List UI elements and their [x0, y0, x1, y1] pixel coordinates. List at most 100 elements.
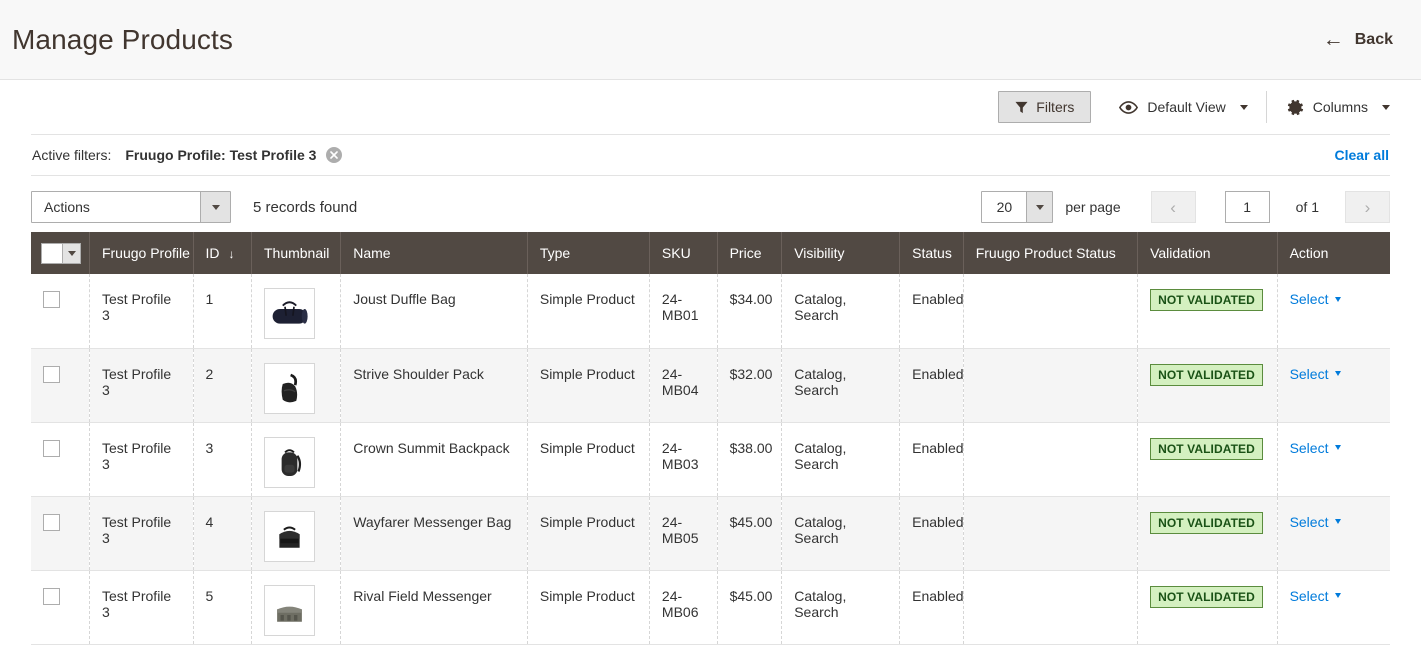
column-header-status[interactable]: Status [899, 232, 964, 274]
row-action-label: Select [1289, 439, 1329, 456]
cell-type: Simple Product [527, 274, 650, 349]
row-checkbox[interactable] [43, 291, 60, 308]
filters-button[interactable]: Filters [998, 91, 1092, 123]
close-circle-icon[interactable] [326, 147, 343, 163]
table-row[interactable]: Test Profile 3 1 Joust Duffle Bag Simple Pr… [31, 274, 1390, 349]
table-row[interactable]: Test Profile 3 2 Strive Shoulder Pack Simpl… [31, 348, 1390, 423]
status-badge: NOT VALIDATED [1150, 289, 1263, 311]
chevron-down-icon[interactable] [62, 243, 80, 263]
cell-sku: 24-MB01 [649, 274, 718, 349]
row-select-cell[interactable] [31, 274, 90, 349]
row-select-cell[interactable] [31, 422, 90, 497]
column-header-name[interactable]: Name [340, 232, 528, 274]
cell-thumbnail [251, 422, 342, 497]
cell-text: Enabled [912, 365, 964, 382]
table-row[interactable]: Test Profile 3 5 Rival Field Messenger Simp… [31, 570, 1390, 645]
row-checkbox[interactable] [43, 587, 60, 605]
cell-id: 1 [193, 274, 252, 349]
cell-price: $32.00 [717, 348, 783, 423]
column-header-sku[interactable]: SKU [649, 232, 718, 274]
cell-sku: 24-MB05 [649, 496, 718, 571]
cell-text: Catalog, Search [794, 291, 847, 323]
row-action-dropdown[interactable]: Select [1290, 588, 1342, 604]
cell-fruugo-product-status [963, 496, 1139, 571]
cell-sku: 24-MB04 [649, 348, 718, 423]
columns-dropdown[interactable]: Columns [1267, 91, 1390, 123]
table-row[interactable]: Test Profile 3 3 Crown Summit Backpack Simp… [31, 422, 1390, 497]
chevron-down-icon [1335, 445, 1342, 450]
column-label: Action [1289, 245, 1329, 261]
cell-text: Enabled [912, 439, 964, 456]
row-checkbox[interactable] [43, 513, 60, 531]
column-label: Fruugo Profile [101, 245, 190, 261]
cell-type: Simple Product [527, 496, 650, 571]
cell-text: 24-MB01 [661, 291, 699, 323]
column-header-fruugo-profile[interactable]: Fruugo Profile [89, 232, 194, 274]
row-checkbox[interactable] [43, 439, 60, 457]
select-all-checkbox[interactable] [42, 243, 62, 263]
row-select-cell[interactable] [31, 348, 90, 423]
page-number-input[interactable] [1224, 191, 1270, 223]
cell-text: 24-MB04 [661, 365, 699, 398]
column-header-price[interactable]: Price [717, 232, 783, 274]
columns-label: Columns [1312, 99, 1368, 115]
default-view-dropdown[interactable]: Default View [1091, 91, 1265, 123]
status-badge: NOT VALIDATED [1150, 511, 1263, 534]
row-checkbox[interactable] [43, 365, 60, 383]
column-header-thumbnail[interactable]: Thumbnail [251, 232, 342, 274]
column-header-select-all[interactable] [31, 232, 90, 274]
cell-sku: 24-MB06 [649, 570, 718, 645]
chevron-down-icon [1335, 296, 1342, 302]
column-header-type[interactable]: Type [527, 232, 650, 274]
previous-page-button[interactable]: ‹ [1150, 191, 1196, 223]
column-label: Price [729, 245, 762, 261]
cell-type: Simple Product [527, 348, 650, 423]
actions-dropdown[interactable]: Actions [31, 191, 231, 223]
cell-text: Test Profile 3 [101, 513, 172, 546]
cell-id: 3 [193, 422, 252, 497]
page-header: Manage Products ← Back [0, 0, 1421, 80]
per-page-dropdown[interactable]: 20 [981, 191, 1054, 223]
column-label: Status [912, 245, 952, 261]
next-page-button[interactable]: › [1345, 191, 1390, 223]
row-action-dropdown[interactable]: Select [1290, 291, 1342, 307]
select-all-checkbox-dropdown[interactable] [41, 242, 81, 264]
cell-text: Strive Shoulder Pack [353, 365, 484, 382]
cell-price: $38.00 [717, 422, 783, 497]
active-filter-chip-label: Fruugo Profile: Test Profile 3 [125, 147, 317, 163]
row-action-dropdown[interactable]: Select [1290, 366, 1342, 382]
status-badge: NOT VALIDATED [1150, 585, 1263, 608]
clear-all-filters-link[interactable]: Clear all [1335, 147, 1389, 163]
row-action-dropdown[interactable]: Select [1290, 514, 1342, 530]
cell-id: 4 [193, 496, 252, 571]
row-action-label: Select [1289, 587, 1329, 604]
cell-action: Select [1277, 348, 1390, 423]
cell-text: $38.00 [729, 439, 773, 456]
cell-name: Crown Summit Backpack [340, 422, 528, 497]
cell-text: Joust Duffle Bag [353, 291, 456, 307]
column-header-action[interactable]: Action [1277, 232, 1390, 274]
cell-text: Catalog, Search [794, 365, 847, 398]
eye-icon [1119, 100, 1139, 114]
column-header-fruugo-product-status[interactable]: Fruugo Product Status [963, 232, 1139, 274]
cell-validation: NOT VALIDATED [1137, 422, 1278, 497]
table-row[interactable]: Test Profile 3 4 Wayfarer Messenger Bag Sim… [31, 496, 1390, 571]
cell-fruugo-product-status [963, 570, 1139, 645]
column-label: Thumbnail [263, 245, 330, 261]
column-header-id[interactable]: ID ↓ [193, 232, 252, 274]
back-button[interactable]: ← Back [1323, 29, 1393, 50]
cell-text: 4 [205, 513, 214, 530]
cell-type: Simple Product [527, 570, 650, 645]
row-select-cell[interactable] [31, 570, 90, 645]
row-action-dropdown[interactable]: Select [1290, 440, 1342, 456]
active-filters-label: Active filters: [32, 147, 112, 163]
cell-validation: NOT VALIDATED [1137, 496, 1278, 571]
column-header-validation[interactable]: Validation [1137, 232, 1278, 274]
per-page-label: per page [1065, 199, 1121, 215]
cell-name: Rival Field Messenger [340, 570, 528, 645]
products-table-container: Fruugo Profile ID ↓ Thumbnail Name Type S… [31, 232, 1390, 645]
cell-text: Enabled [912, 587, 964, 604]
column-header-visibility[interactable]: Visibility [781, 232, 901, 274]
back-button-label: Back [1354, 30, 1393, 48]
row-select-cell[interactable] [31, 496, 90, 571]
